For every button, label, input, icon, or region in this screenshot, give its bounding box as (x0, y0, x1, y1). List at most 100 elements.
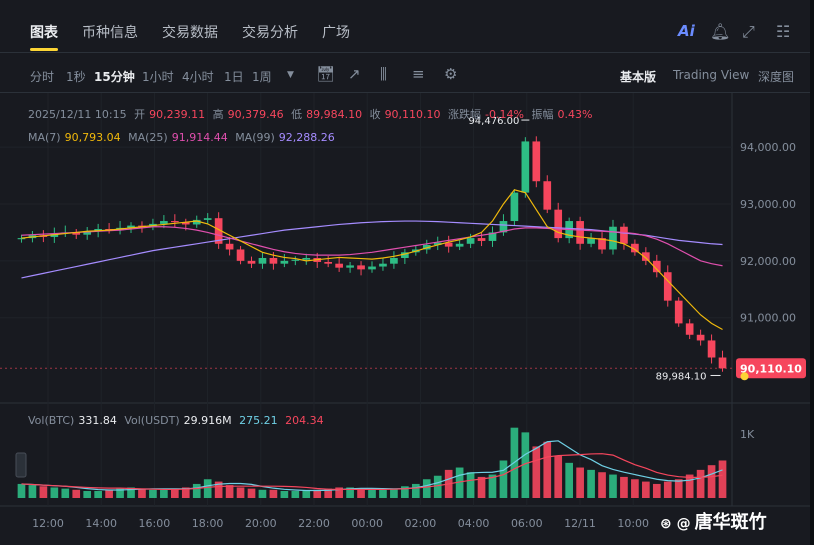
candle-body (203, 218, 212, 220)
candle-body (368, 266, 376, 270)
volume-bar (598, 472, 606, 498)
volume-bar (138, 488, 146, 498)
ma7-line (21, 189, 723, 331)
ma25-label: MA(25) (128, 131, 168, 144)
volume-bar (291, 490, 300, 498)
interval-15m[interactable]: 15分钟 (94, 68, 135, 85)
volume-bar (631, 479, 639, 498)
ma25-line (21, 226, 723, 267)
candle-body (280, 260, 289, 264)
volume-bar (28, 485, 37, 498)
low-marker-label: 89,984.10 (656, 371, 707, 382)
volume-bar (192, 483, 201, 498)
candle-body (663, 272, 672, 301)
view-tradingview[interactable]: Trading View (673, 68, 749, 82)
bell-icon[interactable]: 🔔︎ (710, 22, 730, 41)
volume-bar (576, 467, 584, 498)
candle-body (390, 258, 398, 264)
candle-type-icon[interactable]: ⫼ (380, 65, 387, 83)
change-label: 涨跌幅 (448, 108, 482, 121)
volume-bar (50, 487, 59, 498)
volume-bar (620, 476, 628, 498)
volume-bar (532, 446, 541, 498)
volume-bar (61, 488, 70, 498)
volume-bar (609, 474, 617, 498)
volume-bar (379, 489, 387, 498)
volume-bar (83, 490, 92, 498)
tab-trading-analysis[interactable]: 交易分析 (242, 22, 298, 42)
interval-dropdown-icon[interactable]: ▼ (287, 70, 294, 80)
candle-body (346, 265, 354, 268)
tab-square[interactable]: 广场 (322, 22, 350, 42)
interval-1h[interactable]: 1小时 (142, 68, 174, 85)
volume-bar (390, 488, 398, 498)
volume-bar (674, 479, 683, 498)
volume-bar (466, 472, 475, 498)
volume-bar (477, 476, 486, 498)
ai-icon[interactable]: Ai (678, 22, 695, 40)
tab-chart[interactable]: 图表 (30, 22, 58, 42)
volume-ma2-line (21, 453, 723, 491)
time-tick-label: 12/11 (564, 517, 596, 530)
volume-info: Vol(BTC) 331.84 Vol(USDT) 29.916M 275.21 2… (28, 414, 328, 427)
candle-body (160, 221, 168, 224)
interval-1s[interactable]: 1秒 (66, 68, 86, 85)
calendar-icon[interactable]: 📅︎ (316, 65, 335, 83)
vol-btc-value: 331.84 (78, 414, 117, 427)
time-tick-label: 16:00 (139, 517, 171, 530)
volume-bar (696, 469, 705, 498)
volume-bar (269, 489, 278, 498)
indicator-icon[interactable]: ↗ (348, 65, 361, 83)
chart-panel: 图表 币种信息 交易数据 交易分析 广场 Ai 🔔︎ ⤢ ☷ 分时 1秒 15分… (0, 0, 814, 545)
settings-icon[interactable]: ⚙ (444, 65, 457, 83)
interval-1d[interactable]: 1日 (224, 68, 244, 85)
interval-1w[interactable]: 1周 (252, 68, 272, 85)
layout-grid-icon[interactable]: ☷ (776, 22, 790, 41)
candle-body (554, 209, 563, 239)
volume-bar (652, 483, 661, 498)
candlestick-chart[interactable]: 94,000.00 93,000.00 92,000.00 91,000.00 1K 12… (0, 93, 810, 545)
candle-body (236, 249, 245, 261)
candle-body (620, 226, 628, 244)
drawing-tools-icon[interactable]: ≡ (412, 65, 425, 83)
price-tick-label: 94,000.00 (740, 141, 796, 154)
vol-usdt-value: 29.916M (183, 414, 232, 427)
candle-body (247, 260, 256, 264)
interval-timeline[interactable]: 分时 (30, 68, 54, 85)
candle-body (258, 258, 267, 264)
scroll-left-handle (15, 452, 27, 478)
tab-coin-info[interactable]: 币种信息 (82, 22, 138, 42)
vol-ma2-value: 204.34 (285, 414, 324, 427)
volume-bar (94, 490, 102, 498)
chart-toolbar: 分时 1秒 15分钟 1小时 4小时 1日 1周 ▼ 📅︎ ↗ ⫼ ≡ ⚙ 基本… (0, 58, 810, 93)
volume-bar (707, 465, 716, 498)
expand-icon[interactable]: ⤢ (742, 22, 755, 42)
time-tick-label: 22:00 (298, 517, 330, 530)
candle-body (510, 192, 519, 222)
vol-ma1-value: 275.21 (239, 414, 278, 427)
time-tick-label: 00:00 (351, 517, 383, 530)
time-tick-label: 10:00 (617, 517, 649, 530)
volume-bar (72, 489, 81, 498)
ma-info: MA(7) 90,793.04 MA(25) 91,914.44 MA(99) 92,… (28, 131, 339, 144)
tab-trading-data[interactable]: 交易数据 (162, 22, 218, 42)
view-depth[interactable]: 深度图 (758, 68, 794, 85)
volume-bar (663, 481, 672, 498)
interval-4h[interactable]: 4小时 (182, 68, 214, 85)
ma7-label: MA(7) (28, 131, 61, 144)
volume-bar (280, 490, 289, 498)
ma99-value: 92,288.26 (278, 131, 335, 144)
ma25-value: 91,914.44 (171, 131, 228, 144)
time-tick-label: 14:00 (85, 517, 117, 530)
volume-bar (499, 460, 508, 498)
high-value: 90,379.46 (227, 108, 284, 121)
volume-bar (203, 479, 212, 498)
high-label: 高 (212, 108, 224, 121)
volume-bar (258, 489, 267, 498)
low-value: 89,984.10 (306, 108, 363, 121)
volume-bar (368, 489, 376, 498)
view-basic[interactable]: 基本版 (620, 68, 656, 85)
candle-body (225, 243, 234, 250)
volume-bar (411, 483, 420, 498)
volume-bar (433, 475, 442, 498)
